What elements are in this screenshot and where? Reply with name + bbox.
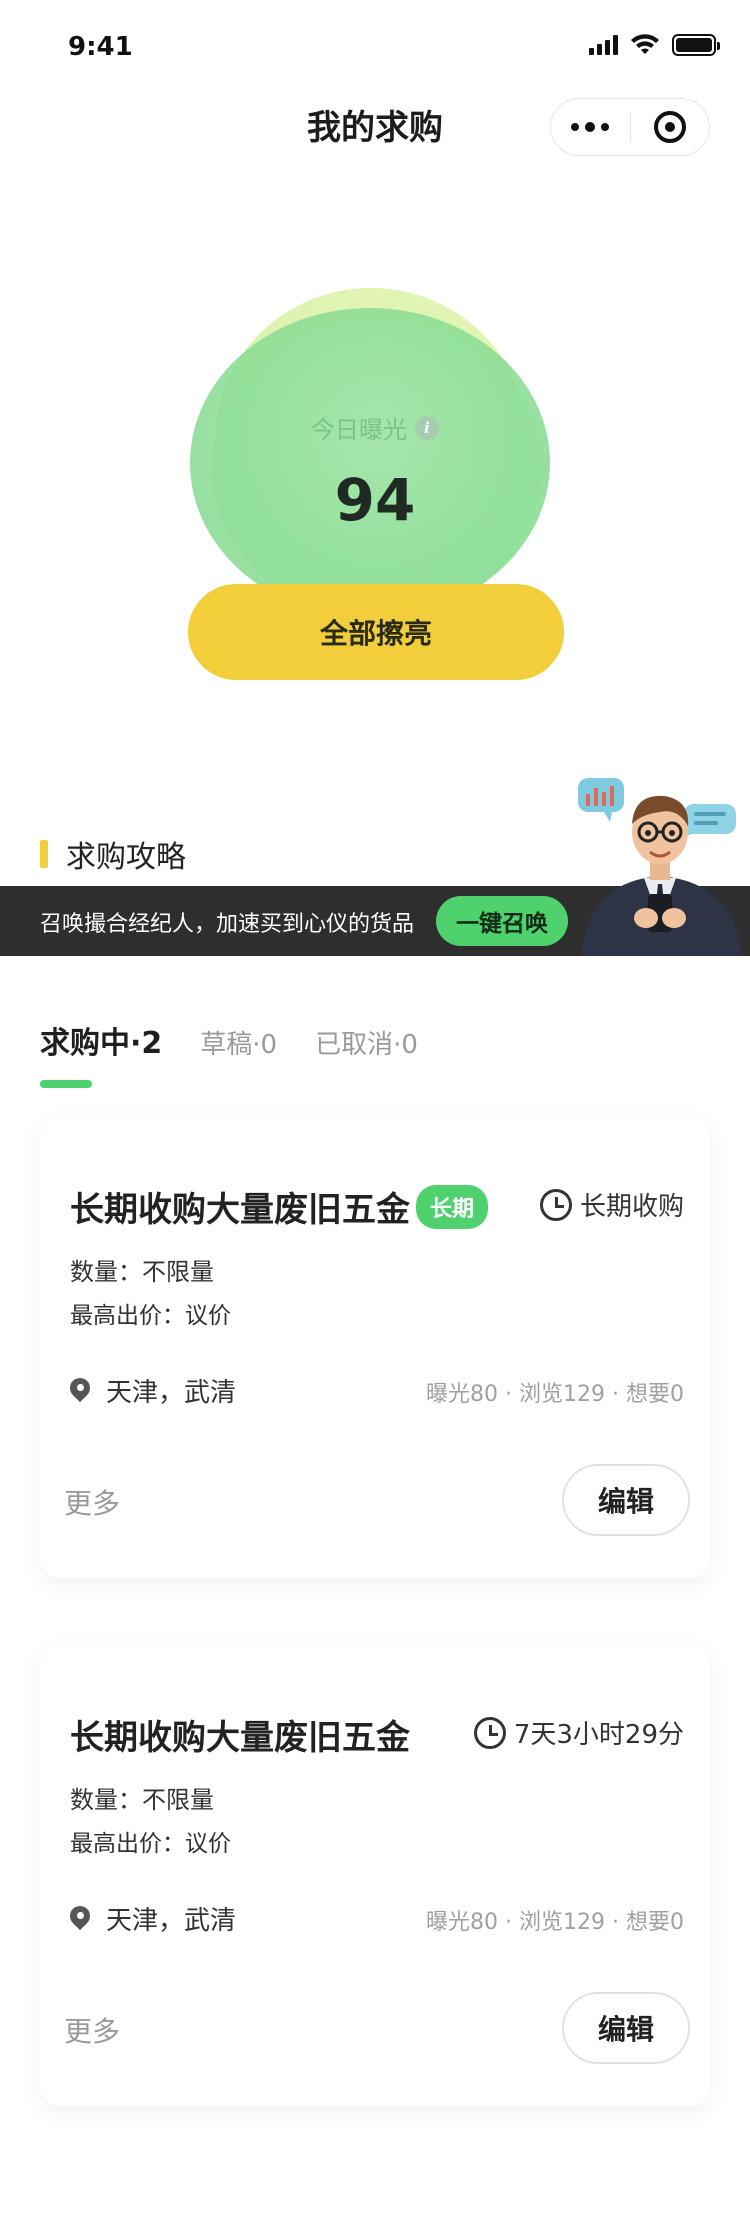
- card-stats: 曝光80 · 浏览129 · 想要0: [426, 1910, 684, 1935]
- card-max-price: 最高出价：议价: [70, 1831, 231, 1857]
- clock-icon: [539, 1188, 572, 1221]
- dot-icon: [601, 123, 610, 131]
- guide-title-text: 求购攻略: [66, 840, 186, 875]
- target-icon: [653, 111, 686, 143]
- edit-button[interactable]: 编辑: [562, 1992, 690, 2064]
- banner-text: 召唤撮合经纪人，加速买到心仪的货品: [40, 912, 415, 937]
- card-quantity: 数量：不限量: [70, 1786, 214, 1814]
- more-menu-button[interactable]: [551, 99, 630, 155]
- more-button[interactable]: 更多: [64, 1482, 120, 1522]
- purchase-request-card[interactable]: 长期收购大量废旧五金 长期 长期收购 数量：不限量 最高出价：议价 天津，武清 …: [40, 1118, 710, 1578]
- wifi-icon: [631, 34, 659, 54]
- card-title-text: 长期收购大量废旧五金: [70, 1190, 410, 1230]
- battery-icon: [672, 34, 720, 56]
- tab-drafts[interactable]: 草稿·0: [200, 1024, 277, 1061]
- exposure-label-text: 今日曝光: [311, 416, 407, 444]
- tab-cancelled[interactable]: 已取消·0: [315, 1024, 418, 1061]
- card-location: 天津，武清: [70, 1900, 236, 1937]
- guide-section-title: 求购攻略: [40, 832, 186, 876]
- cellular-signal-icon: [589, 35, 618, 55]
- card-location-text: 天津，武清: [106, 1906, 237, 1936]
- card-stats: 曝光80 · 浏览129 · 想要0: [426, 1382, 684, 1407]
- summon-agent-button[interactable]: 一键召唤: [436, 896, 568, 946]
- status-time: 9:41: [68, 32, 133, 62]
- status-tabs: 求购中·2 草稿·0 已取消·0: [40, 1018, 418, 1088]
- card-period: 长期收购: [539, 1186, 684, 1223]
- card-countdown-text: 7天3小时29分: [513, 1720, 684, 1750]
- clock-icon: [473, 1716, 506, 1749]
- location-pin-icon: [70, 1378, 90, 1404]
- close-mini-program-button[interactable]: [631, 99, 710, 155]
- exposure-orb: 今日曝光 i 94: [190, 288, 560, 618]
- card-title-text: 长期收购大量废旧五金: [70, 1718, 410, 1758]
- card-period: 7天3小时29分: [473, 1714, 684, 1751]
- card-quantity: 数量：不限量: [70, 1258, 214, 1286]
- agent-avatar-illustration: [578, 778, 742, 956]
- long-term-badge: 长期: [416, 1184, 489, 1229]
- tab-in-progress[interactable]: 求购中·2: [40, 1018, 162, 1088]
- more-button[interactable]: 更多: [64, 2010, 120, 2050]
- brighten-all-button[interactable]: 全部擦亮: [188, 584, 564, 680]
- location-pin-icon: [70, 1906, 90, 1932]
- exposure-label: 今日曝光 i: [190, 410, 560, 445]
- dot-icon: [571, 123, 580, 131]
- card-title: 长期收购大量废旧五金 长期: [70, 1182, 489, 1231]
- status-bar: 9:41: [0, 0, 750, 96]
- card-period-text: 长期收购: [579, 1192, 684, 1222]
- card-location: 天津，武清: [70, 1372, 236, 1409]
- mini-program-capsule: [550, 98, 710, 156]
- dot-icon: [585, 122, 596, 132]
- info-icon[interactable]: i: [415, 415, 439, 440]
- card-title: 长期收购大量废旧五金: [70, 1710, 410, 1759]
- title-accent-bar: [40, 840, 48, 868]
- edit-button[interactable]: 编辑: [562, 1464, 690, 1536]
- card-location-text: 天津，武清: [106, 1378, 237, 1408]
- exposure-value: 94: [334, 466, 416, 534]
- card-max-price: 最高出价：议价: [70, 1303, 231, 1329]
- status-icons: [589, 34, 720, 56]
- purchase-request-card[interactable]: 长期收购大量废旧五金 7天3小时29分 数量：不限量 最高出价：议价 天津，武清…: [40, 1646, 710, 2106]
